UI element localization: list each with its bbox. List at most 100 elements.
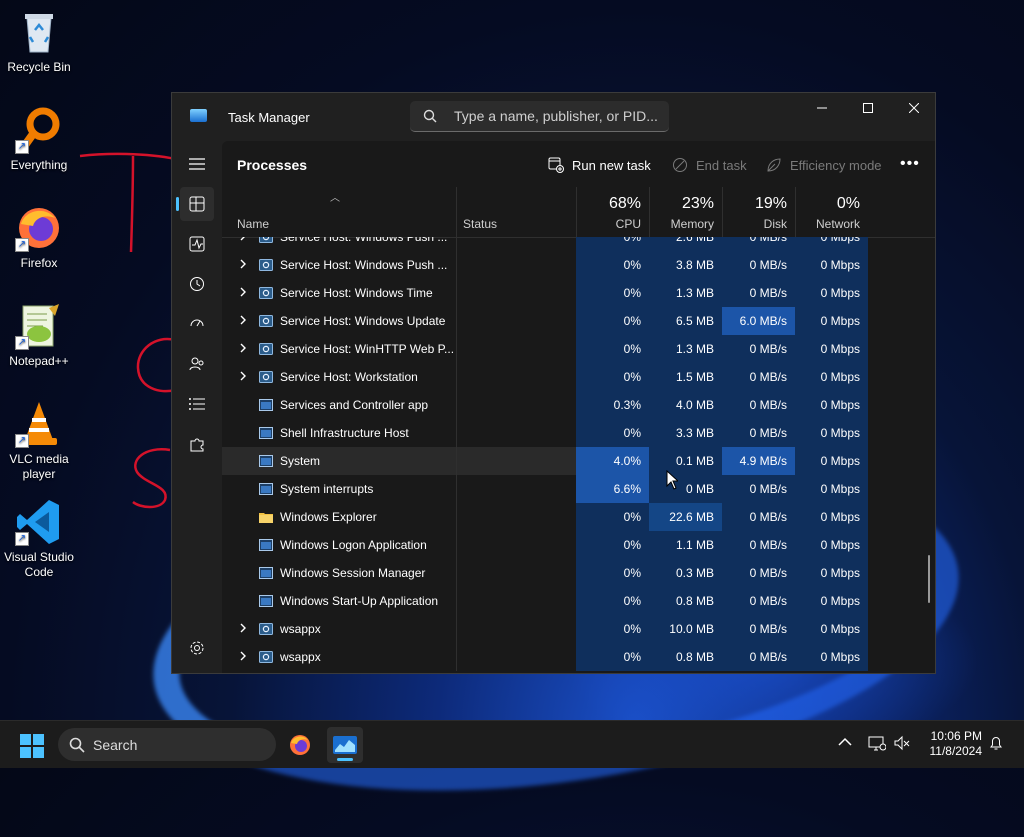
nav-performance[interactable]: [180, 227, 214, 261]
volume-button[interactable]: [893, 735, 911, 756]
maximize-icon: [863, 103, 873, 113]
expand-chevron-icon[interactable]: [239, 371, 247, 381]
process-row[interactable]: Shell Infrastructure Host 0% 3.3 MB 0 MB/s 0…: [222, 419, 935, 447]
taskbar-task-manager[interactable]: [327, 727, 363, 763]
process-status: [456, 615, 576, 643]
process-disk: 0 MB/s: [722, 237, 795, 251]
process-network: 0 Mbps: [795, 237, 868, 251]
desktop-icon-firefox[interactable]: ↗ Firefox: [1, 204, 77, 271]
column-cpu[interactable]: 68% CPU: [576, 187, 649, 237]
run-new-task-button[interactable]: Run new task: [548, 157, 651, 173]
process-memory: 4.0 MB: [649, 391, 722, 419]
column-memory[interactable]: 23% Memory: [649, 187, 722, 237]
expand-chevron-icon[interactable]: [239, 287, 247, 297]
nav-settings[interactable]: [180, 631, 214, 665]
process-memory: 0.1 MB: [649, 447, 722, 475]
process-cpu: 0%: [576, 335, 649, 363]
desktop-icon-vlc[interactable]: ↗ VLC media player: [1, 400, 77, 482]
desktop-icon-recycle-bin[interactable]: Recycle Bin: [1, 8, 77, 75]
startup-speedometer-icon: [190, 319, 204, 327]
efficiency-mode-button[interactable]: Efficiency mode: [766, 157, 882, 173]
system-clock[interactable]: 10:06 PM 11/8/2024: [914, 729, 983, 759]
process-memory: 1.3 MB: [649, 279, 722, 307]
end-task-button[interactable]: End task: [672, 157, 747, 173]
process-row[interactable]: Windows Start-Up Application 0% 0.8 MB 0 MB…: [222, 587, 935, 615]
process-row[interactable]: Windows Session Manager 0% 0.3 MB 0 MB/s 0 M…: [222, 559, 935, 587]
process-row[interactable]: Service Host: Windows Push ... 0% 2.6 MB 0 …: [222, 237, 935, 251]
network-label: Network: [815, 217, 860, 231]
column-disk[interactable]: 19% Disk: [722, 187, 795, 237]
nav-app-history[interactable]: [180, 267, 214, 301]
process-name-cell: [222, 643, 456, 671]
process-row[interactable]: Service Host: WinHTTP Web P... 0% 1.3 MB 0 …: [222, 335, 935, 363]
process-row[interactable]: Services and Controller app 0.3% 4.0 MB 0 M…: [222, 391, 935, 419]
process-row[interactable]: wsappx 0% 0.8 MB 0 MB/s 0 Mbps: [222, 643, 935, 671]
process-row[interactable]: Service Host: Windows Time 0% 1.3 MB 0 MB/s…: [222, 279, 935, 307]
expand-chevron-icon[interactable]: [239, 259, 247, 269]
column-network[interactable]: 0% Network: [795, 187, 868, 237]
process-row[interactable]: Service Host: Windows Push ... 0% 3.8 MB 0 …: [222, 251, 935, 279]
process-disk: 0 MB/s: [722, 279, 795, 307]
start-button[interactable]: [20, 734, 44, 758]
desktop-icon-notepadpp[interactable]: ↗ Notepad++: [1, 302, 77, 369]
close-button[interactable]: [891, 93, 937, 123]
process-status: [456, 237, 576, 251]
red-annotation-scribbles: [79, 152, 181, 509]
expand-chevron-icon[interactable]: [239, 237, 247, 241]
maximize-button[interactable]: [845, 93, 891, 123]
search-box[interactable]: [410, 101, 669, 132]
nav-startup-apps[interactable]: [180, 307, 214, 341]
process-name: wsappx: [280, 622, 321, 636]
chevron-up-icon: [838, 737, 852, 746]
nav-services[interactable]: [180, 427, 214, 461]
task-manager-app-icon: [190, 109, 207, 122]
desktop-icon-label: Notepad++: [9, 354, 69, 368]
notifications-button[interactable]: [988, 735, 1004, 756]
process-network: 0 Mbps: [795, 559, 868, 587]
expand-chevron-icon[interactable]: [239, 651, 247, 661]
expand-chevron-icon[interactable]: [239, 315, 247, 325]
process-row[interactable]: Windows Explorer 0% 22.6 MB 0 MB/s 0 Mbps: [222, 503, 935, 531]
process-row[interactable]: System 4.0% 0.1 MB 4.9 MB/s 0 Mbps: [222, 447, 935, 475]
expand-chevron-icon[interactable]: [239, 343, 247, 353]
minimize-button[interactable]: [799, 93, 845, 123]
column-name[interactable]: Name: [237, 217, 269, 231]
minimize-icon: [817, 107, 827, 109]
process-cpu: 0%: [576, 587, 649, 615]
end-task-label: End task: [696, 157, 747, 173]
process-disk: 0 MB/s: [722, 251, 795, 279]
taskbar-firefox[interactable]: [282, 727, 318, 763]
firefox-icon: [290, 735, 310, 755]
expand-chevron-icon[interactable]: [239, 623, 247, 633]
process-status: [456, 363, 576, 391]
desktop-icon-everything[interactable]: ↗ Everything: [1, 106, 77, 173]
process-network: 0 Mbps: [795, 475, 868, 503]
desktop-icon-vscode[interactable]: ↗ Visual Studio Code: [1, 498, 77, 580]
process-row[interactable]: wsappx 0% 10.0 MB 0 MB/s 0 Mbps: [222, 615, 935, 643]
nav-processes[interactable]: [176, 187, 214, 221]
column-status-cell[interactable]: Status: [456, 187, 576, 237]
nav-users[interactable]: [180, 347, 214, 381]
efficiency-mode-label: Efficiency mode: [790, 157, 882, 173]
scrollbar-thumb[interactable]: [928, 555, 930, 603]
process-name-cell: [222, 447, 456, 475]
process-name: Service Host: Workstation: [280, 370, 418, 384]
desktop-icon-label: Visual Studio Code: [4, 550, 74, 579]
nav-menu-button[interactable]: [180, 147, 214, 181]
search-input[interactable]: [454, 107, 659, 125]
bell-icon: [990, 737, 1002, 750]
more-options-button[interactable]: •••: [900, 155, 920, 173]
process-row[interactable]: Service Host: Workstation 0% 1.5 MB 0 MB/s 0…: [222, 363, 935, 391]
process-list: Service Host: Windows Push ... 0% 2.6 MB 0 …: [222, 237, 935, 673]
process-disk: 0 MB/s: [722, 587, 795, 615]
nav-details[interactable]: [180, 387, 214, 421]
process-row[interactable]: System interrupts 6.6% 0 MB 0 MB/s 0 Mbps: [222, 475, 935, 503]
show-hidden-icons-button[interactable]: [838, 735, 852, 754]
network-status-button[interactable]: [868, 735, 887, 756]
process-name: Service Host: Windows Time: [280, 286, 433, 300]
title-bar[interactable]: Task Manager: [172, 93, 935, 141]
taskbar-search[interactable]: Search: [58, 728, 276, 761]
process-row[interactable]: Service Host: Windows Update 0% 6.5 MB 6.0 …: [222, 307, 935, 335]
process-name: Service Host: WinHTTP Web P...: [280, 342, 455, 356]
process-row[interactable]: Windows Logon Application 0% 1.1 MB 0 MB/s 0…: [222, 531, 935, 559]
